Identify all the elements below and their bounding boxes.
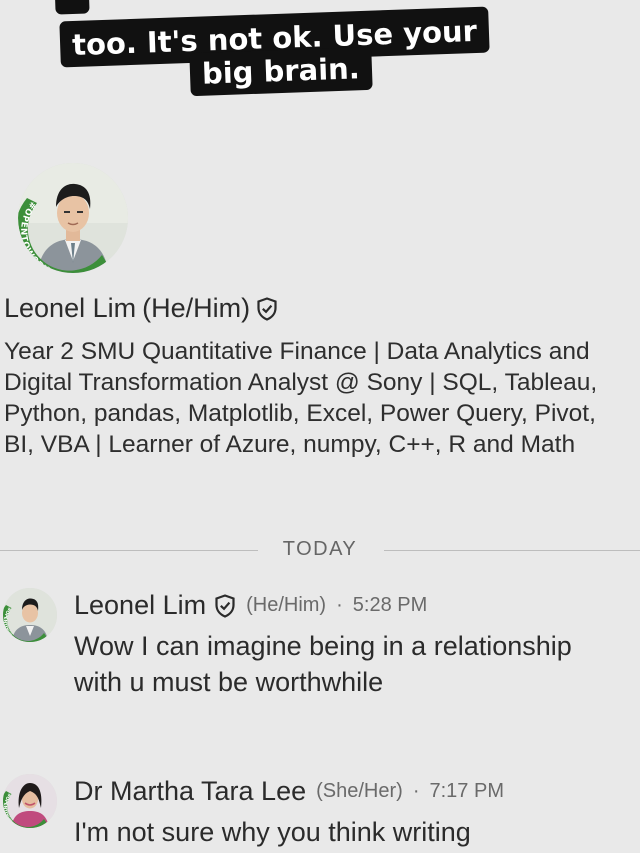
profile-avatar[interactable]: #OPENTOWORK <box>18 163 128 273</box>
sender-pronouns: (She/Her) <box>316 780 403 802</box>
svg-text:#OPENTOWORK: #OPENTOWORK <box>18 199 51 273</box>
divider-line-right <box>384 550 640 551</box>
open-to-work-ring-icon: #OPENTOWORK <box>18 198 108 273</box>
profile-pronouns: (He/Him) <box>142 293 251 323</box>
open-to-work-label: #OPENTOWORK <box>18 199 50 273</box>
message-meta: Dr Martha Tara Lee (She/Her) · 7:17 PM <box>74 776 504 807</box>
profile-name[interactable]: Leonel Lim <box>4 293 136 324</box>
verified-shield-icon <box>257 296 277 321</box>
meta-separator: · <box>336 594 343 616</box>
person-photo-icon: #OPENTOWORK <box>3 774 57 828</box>
caption-line-2: big brain. <box>189 46 373 97</box>
message-meta: Leonel Lim (He/Him) · 5:28 PM <box>74 590 427 621</box>
sender-name[interactable]: Leonel Lim <box>74 590 206 621</box>
message-time: 5:28 PM <box>352 594 428 616</box>
verified-shield-icon <box>215 593 235 618</box>
message-text: Wow I can imagine being in a relationshi… <box>74 631 572 697</box>
profile-name-row[interactable]: Leonel Lim (He/Him) <box>4 293 278 324</box>
meta-separator: · <box>412 780 420 802</box>
message-time: 7:17 PM <box>429 780 504 802</box>
person-photo-icon: #OPENTOWORK <box>3 588 57 642</box>
sender-avatar[interactable]: #OPENTOWORK <box>3 774 57 828</box>
sender-name[interactable]: Dr Martha Tara Lee <box>74 776 306 807</box>
caption-banner: too. It's not ok. Use your big brain. <box>0 0 640 110</box>
sender-avatar[interactable]: #OPENTOWORK <box>3 588 57 642</box>
date-divider: TODAY <box>0 538 640 564</box>
caption-cropped-line <box>54 0 90 15</box>
message-text: I'm not sure why you think writing <box>74 817 471 847</box>
sender-pronouns: (He/Him) <box>246 594 327 616</box>
profile-headline: Year 2 SMU Quantitative Finance | Data A… <box>4 338 598 458</box>
